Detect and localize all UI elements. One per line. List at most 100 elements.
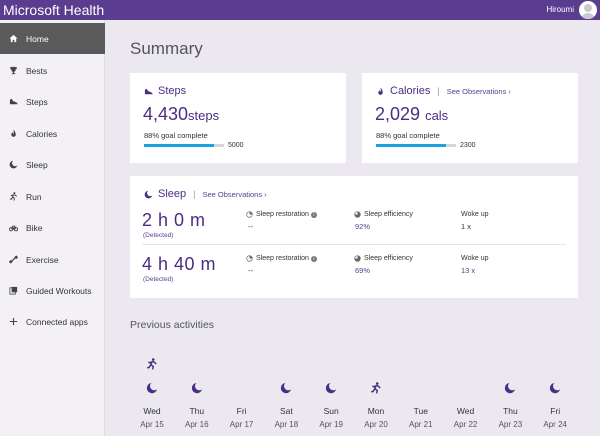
woke-up-label: Woke up [461, 211, 489, 218]
day-date: Apr 23 [498, 420, 523, 429]
sidebar-item-label: Bests [26, 65, 48, 76]
sleep-activity-icon[interactable] [191, 381, 203, 394]
sidebar: Home Bests Steps Calories Sleep Run Bike… [0, 20, 105, 436]
sleep-efficiency-value: 92% [355, 222, 371, 231]
day-date: Apr 24 [543, 420, 567, 429]
runner-icon [0, 192, 26, 201]
efficiency-icon [354, 211, 361, 218]
plus-icon [0, 317, 26, 326]
info-icon[interactable]: i [310, 211, 317, 218]
calories-title: Calories [390, 85, 431, 97]
run-activity-icon[interactable] [146, 357, 158, 370]
sleep-duration[interactable]: 2 h 0 m [142, 210, 206, 231]
moon-icon [144, 190, 153, 198]
steps-progress-fill [144, 144, 215, 147]
bike-icon [0, 223, 26, 232]
sleep-efficiency-value: 69% [355, 266, 371, 275]
day-name[interactable]: Tue [399, 406, 443, 416]
day-name[interactable]: Wed [130, 406, 174, 416]
day-date: Apr 18 [274, 420, 299, 429]
sleep-activity-icon[interactable] [504, 381, 516, 394]
user-name[interactable]: Hiroumi [546, 5, 574, 15]
day-name[interactable]: Sat [264, 406, 308, 416]
home-icon [0, 34, 26, 43]
sidebar-item-connected-apps[interactable]: Connected apps [0, 306, 105, 337]
sleep-efficiency-label: Sleep efficiency [354, 255, 413, 262]
sidebar-item-run[interactable]: Run [0, 181, 105, 212]
woke-up-label: Woke up [461, 255, 489, 262]
day-date: Apr 20 [364, 420, 388, 429]
steps-target: 5000 [228, 142, 244, 149]
restoration-icon [246, 211, 253, 218]
efficiency-icon [354, 255, 361, 262]
steps-unit: steps [188, 108, 220, 123]
sidebar-item-calories[interactable]: Calories [0, 118, 105, 149]
sidebar-item-sleep[interactable]: Sleep [0, 149, 105, 180]
shoe-icon [0, 97, 26, 106]
calories-progress-fill [376, 144, 447, 147]
calories-card-title: Calories | See Observations › [376, 85, 511, 97]
sidebar-item-label: Sleep [26, 159, 48, 170]
sleep-duration[interactable]: 4 h 40 m [142, 254, 216, 275]
sidebar-item-exercise[interactable]: Exercise [0, 244, 105, 275]
flame-icon [0, 129, 26, 138]
woke-up-value: 1 x [461, 222, 472, 231]
day-date: Apr 19 [319, 420, 343, 429]
sleep-detected-label: (Detected) [143, 276, 174, 283]
sidebar-item-bests[interactable]: Bests [0, 55, 105, 86]
calories-card[interactable]: Calories | See Observations › 2,029 cals… [362, 73, 578, 163]
calories-progress-bar [376, 144, 456, 147]
steps-card[interactable]: Steps 4,430steps 88% goal complete 5000 [130, 73, 346, 163]
woke-up-value: 13 x [461, 266, 476, 275]
sleep-title: Sleep [158, 188, 187, 200]
sidebar-item-label: Bike [26, 222, 43, 233]
sidebar-item-steps[interactable]: Steps [0, 86, 105, 117]
sleep-activity-icon[interactable] [325, 381, 337, 394]
flame-icon [378, 86, 383, 95]
sleep-activity-icon[interactable] [146, 381, 158, 394]
steps-card-title: Steps [144, 85, 186, 97]
sidebar-item-label: Connected apps [26, 316, 88, 327]
top-bar: Microsoft Health Hiroumi [0, 0, 600, 20]
steps-progress-bar [144, 144, 224, 147]
sleep-see-observations-link[interactable]: See Observations › [202, 190, 266, 199]
day-name[interactable]: Fri [533, 406, 577, 416]
day-name[interactable]: Mon [354, 406, 398, 416]
day-name[interactable]: Thu [488, 406, 532, 416]
sleep-restoration-label: Sleep restoration i [246, 255, 317, 262]
steps-value: 4,430steps [143, 104, 220, 124]
steps-title: Steps [158, 85, 187, 97]
day-name[interactable]: Wed [444, 406, 488, 416]
sleep-card[interactable]: Sleep | See Observations › 2 h 0 m (Dete… [130, 176, 578, 298]
exercise-icon [0, 255, 26, 264]
shoe-icon [144, 88, 153, 94]
sidebar-item-guided-workouts[interactable]: Guided Workouts [0, 275, 105, 306]
day-date: Apr 21 [409, 420, 433, 429]
run-activity-icon[interactable] [370, 381, 382, 394]
app-title: Microsoft Health [3, 2, 105, 18]
sidebar-item-bike[interactable]: Bike [0, 212, 105, 243]
calories-unit: cals [425, 108, 449, 123]
calories-see-observations-link[interactable]: See Observations › [447, 87, 511, 96]
sleep-restoration-value: -- [248, 222, 253, 231]
day-name[interactable]: Fri [220, 406, 264, 416]
trophy-icon [0, 66, 26, 75]
restoration-icon [246, 255, 253, 262]
info-icon[interactable]: i [310, 255, 317, 262]
sleep-card-title: Sleep | See Observations › [144, 188, 267, 200]
sleep-restoration-value: -- [248, 266, 253, 275]
workout-icon [0, 286, 26, 295]
day-name[interactable]: Sun [309, 406, 353, 416]
sidebar-item-home[interactable]: Home [0, 23, 105, 54]
sleep-detected-label: (Detected) [143, 232, 174, 239]
sidebar-item-label: Guided Workouts [26, 285, 92, 296]
steps-goal-text: 88% goal complete [144, 131, 208, 140]
avatar[interactable] [579, 1, 597, 19]
sidebar-item-label: Steps [26, 96, 48, 107]
sleep-activity-icon[interactable] [280, 381, 292, 394]
sleep-activity-icon[interactable] [549, 381, 561, 394]
main-content: Summary Steps 4,430steps 88% goal comple… [106, 20, 600, 436]
sidebar-item-label: Calories [26, 128, 58, 139]
day-name[interactable]: Thu [175, 406, 219, 416]
calories-goal-text: 88% goal complete [376, 131, 440, 140]
